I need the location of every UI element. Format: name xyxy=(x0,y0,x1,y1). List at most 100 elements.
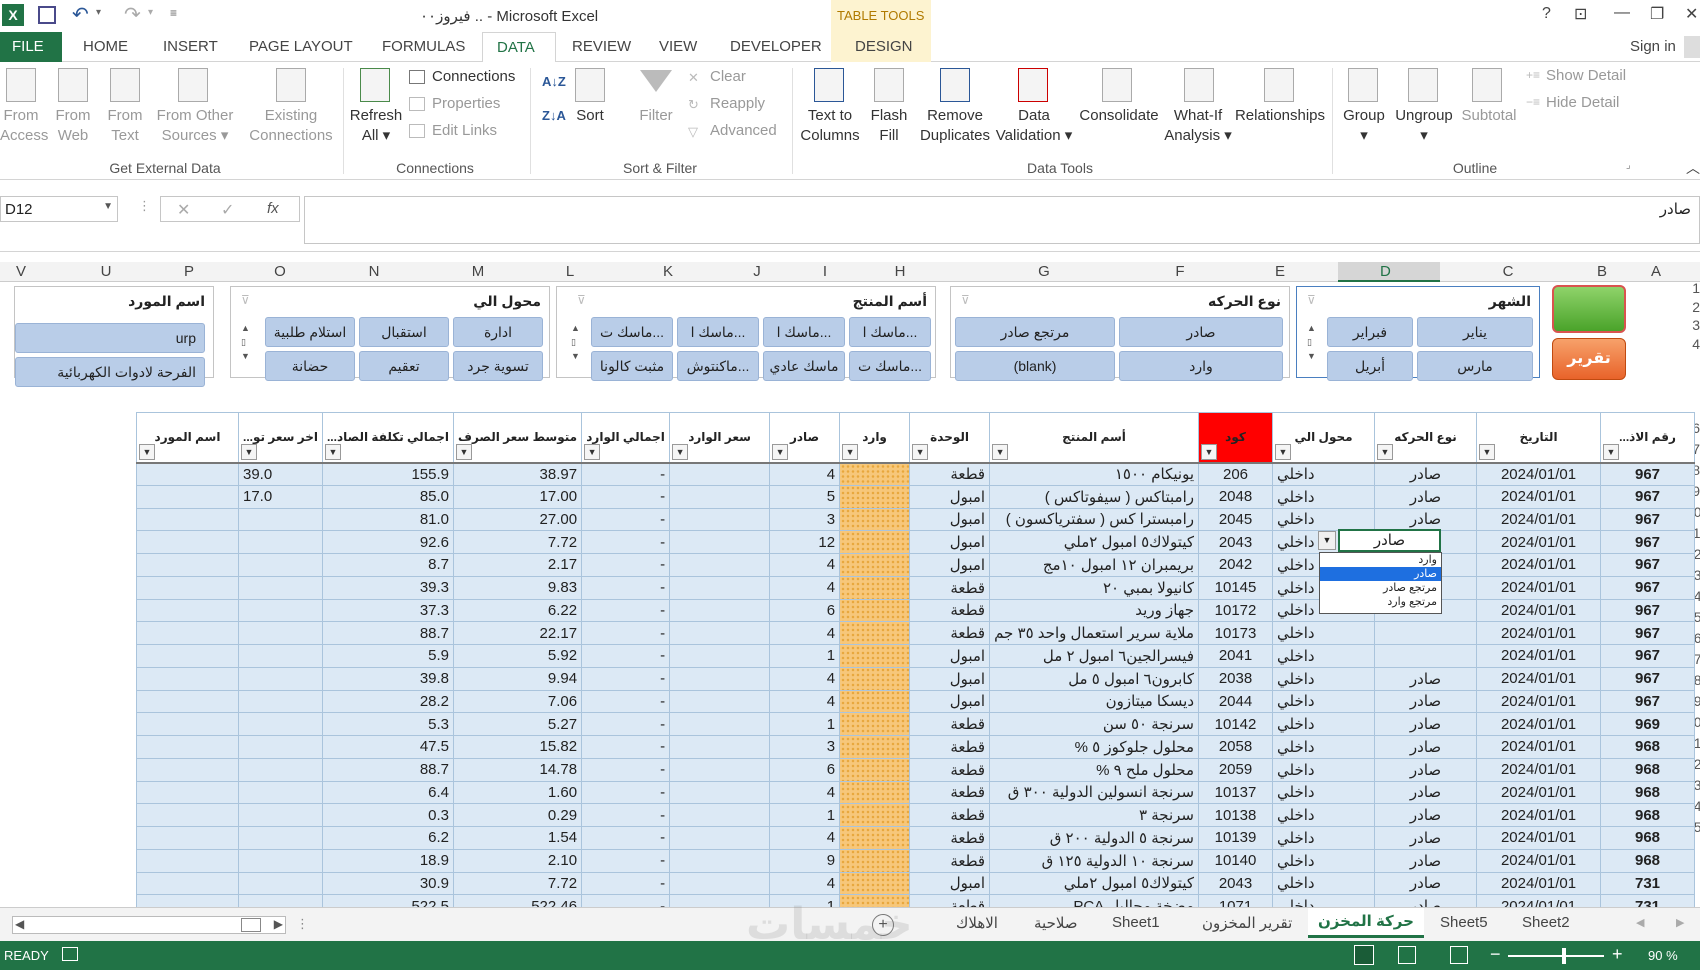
table-cell[interactable]: امبول xyxy=(909,553,991,577)
slicer-scroll-icon[interactable]: ▲ ▯ ▼ xyxy=(241,321,250,363)
table-cell[interactable]: - xyxy=(581,484,671,509)
slicer-scroll-icon[interactable]: ▲ ▯ ▼ xyxy=(571,321,580,363)
table-cell[interactable]: 15.82 xyxy=(453,735,583,759)
table-cell[interactable] xyxy=(669,757,771,782)
cancel-formula-button[interactable]: ✕ xyxy=(177,200,190,220)
table-cell[interactable]: صادر xyxy=(1374,894,1478,907)
close-button[interactable]: ✕ xyxy=(1685,4,1698,24)
table-cell[interactable]: صادر xyxy=(1374,689,1478,714)
table-cell[interactable] xyxy=(238,621,323,645)
table-cell[interactable]: 2024/01/01 xyxy=(1476,530,1602,554)
table-cell[interactable] xyxy=(839,666,911,691)
table-cell[interactable]: 10172 xyxy=(1198,598,1274,623)
tab-formulas[interactable]: FORMULAS xyxy=(382,38,465,55)
slicer-item[interactable]: urp xyxy=(15,323,205,353)
slicer-item[interactable]: (blank) xyxy=(955,351,1115,381)
table-cell[interactable]: داخلي xyxy=(1272,848,1376,873)
table-cell[interactable] xyxy=(136,894,239,907)
clear-filter-icon[interactable]: ⊽ xyxy=(241,293,250,307)
tab-developer[interactable]: DEVELOPER xyxy=(730,38,822,55)
table-cell[interactable] xyxy=(669,553,771,577)
scroll-right-icon[interactable]: ▶ xyxy=(274,917,283,931)
table-cell[interactable]: 967 xyxy=(1600,575,1696,600)
table-cell[interactable]: صادر xyxy=(1374,848,1478,873)
table-cell[interactable] xyxy=(839,575,911,600)
tab-page-layout[interactable]: PAGE LAYOUT xyxy=(249,38,353,55)
table-cell[interactable]: 4 xyxy=(769,621,841,645)
table-cell[interactable] xyxy=(136,826,239,850)
table-cell[interactable] xyxy=(238,848,323,873)
table-cell[interactable] xyxy=(136,712,239,736)
restore-button[interactable]: ❐ xyxy=(1650,4,1664,24)
table-cell[interactable] xyxy=(669,780,771,805)
table-cell[interactable]: مضخة محاليل PCA xyxy=(989,894,1200,907)
ungroup-button[interactable]: Ungroup ▾ xyxy=(1392,106,1456,146)
sort-za-icon[interactable]: Z↓A xyxy=(542,108,566,123)
data-validation-button[interactable]: Data Validation ▾ xyxy=(993,106,1075,146)
slicer-item[interactable]: استلام طلبية xyxy=(265,317,355,347)
table-cell[interactable]: داخلي xyxy=(1272,780,1376,805)
column-header-c[interactable]: C xyxy=(1500,263,1516,280)
refresh-all-button[interactable]: Refresh All ▾ xyxy=(344,106,408,146)
normal-view-icon[interactable] xyxy=(1354,945,1374,965)
table-cell[interactable]: سرنجة ٥ الدولية ٢٠٠ ق xyxy=(989,826,1200,850)
table-cell[interactable] xyxy=(669,803,771,827)
table-cell[interactable]: 2024/01/01 xyxy=(1476,780,1602,805)
table-cell[interactable]: داخلي xyxy=(1272,462,1376,486)
column-header-g[interactable]: G xyxy=(1034,263,1054,280)
table-cell[interactable]: - xyxy=(581,757,671,782)
table-cell[interactable]: 6.2 xyxy=(321,826,455,850)
table-cell[interactable]: 967 xyxy=(1600,644,1696,668)
table-cell[interactable]: 2042 xyxy=(1198,553,1274,577)
filter-dropdown-icon[interactable]: ▼ xyxy=(772,443,789,460)
table-cell[interactable] xyxy=(238,735,323,759)
from-text-button[interactable]: From Text xyxy=(104,106,146,146)
column-header-i[interactable]: I xyxy=(820,263,830,280)
table-cell[interactable] xyxy=(669,575,771,600)
filter-dropdown-icon[interactable]: ▼ xyxy=(992,443,1009,460)
table-cell[interactable] xyxy=(839,484,911,509)
table-cell[interactable]: قطعة xyxy=(909,848,991,873)
dropdown-option[interactable]: مرتجع صادر xyxy=(1320,581,1441,595)
table-cell[interactable]: 967 xyxy=(1600,553,1696,577)
table-cell[interactable] xyxy=(136,757,239,782)
page-layout-view-icon[interactable] xyxy=(1398,946,1416,964)
table-cell[interactable]: 2024/01/01 xyxy=(1476,553,1602,577)
slicer-item[interactable]: وارد xyxy=(1119,351,1283,381)
column-header-o[interactable]: O xyxy=(270,263,290,280)
table-cell[interactable]: 968 xyxy=(1600,848,1696,873)
table-cell[interactable]: 8.7 xyxy=(321,553,455,577)
table-cell[interactable]: 4 xyxy=(769,826,841,850)
column-header-j[interactable]: J xyxy=(750,263,764,280)
table-cell[interactable] xyxy=(669,826,771,850)
table-cell[interactable] xyxy=(669,484,771,509)
table-cell[interactable]: 17.00 xyxy=(453,484,583,509)
zoom-out-button[interactable]: − xyxy=(1490,944,1501,965)
slicer-item[interactable]: ماسك ا... xyxy=(677,317,759,347)
column-header-v[interactable]: V xyxy=(14,263,28,280)
sort-az-icon[interactable]: A↓Z xyxy=(542,74,566,89)
table-cell[interactable]: 10142 xyxy=(1198,712,1274,736)
tab-scroll-right-icon[interactable]: ▶ xyxy=(1676,916,1684,929)
table-cell[interactable]: - xyxy=(581,598,671,623)
table-cell[interactable]: 2048 xyxy=(1198,484,1274,509)
slicer-item[interactable]: ماسك ا... xyxy=(849,317,931,347)
table-cell[interactable]: داخلي xyxy=(1272,621,1376,645)
table-cell[interactable] xyxy=(839,598,911,623)
filter-button[interactable]: Filter xyxy=(632,106,680,126)
column-header-n[interactable]: N xyxy=(364,263,384,280)
undo-icon[interactable]: ↶ xyxy=(72,2,89,27)
show-detail-button[interactable]: Show Detail xyxy=(1546,66,1626,86)
customize-qat-icon[interactable]: ≡ xyxy=(170,6,177,20)
table-cell[interactable]: 3 xyxy=(769,507,841,532)
table-cell[interactable]: 968 xyxy=(1600,803,1696,827)
edit-links-button[interactable]: Edit Links xyxy=(432,121,497,141)
table-cell[interactable]: 81.0 xyxy=(321,507,455,532)
table-cell[interactable]: 967 xyxy=(1600,689,1696,714)
table-cell[interactable]: 88.7 xyxy=(321,621,455,645)
table-cell[interactable]: - xyxy=(581,507,671,532)
table-cell[interactable]: سرنجة انسولين الدولية ٣٠٠ ق xyxy=(989,780,1200,805)
connections-button[interactable]: Connections xyxy=(432,67,515,87)
filter-dropdown-icon[interactable]: ▼ xyxy=(1275,443,1292,460)
table-cell[interactable]: 5.27 xyxy=(453,712,583,736)
